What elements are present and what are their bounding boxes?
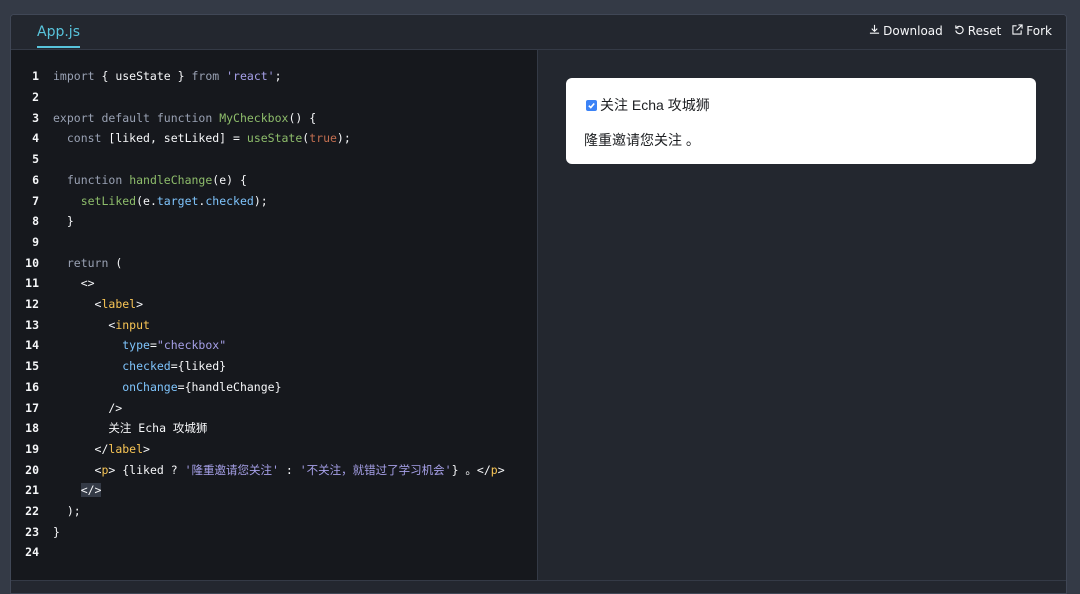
line-number: 13 [25,317,39,332]
code-text: setLiked(e.target.checked); [80,193,268,208]
code-line: 14 type="checkbox" [11,335,226,356]
code-line: 11 <> [11,273,95,294]
line-number: 22 [25,504,39,519]
code-text: } [53,524,60,539]
code-line: 24 [11,542,53,563]
line-number: 17 [25,400,39,415]
line-number: 23 [25,524,39,539]
code-line: 23} [11,521,60,542]
download-button[interactable]: Download [869,24,943,38]
code-text: <input [53,317,150,332]
external-link-icon [1012,24,1023,38]
preview-paragraph: 隆重邀请您关注 。 [584,132,700,148]
line-number: 8 [32,214,39,229]
code-line: 16 onChange={handleChange} [11,377,282,398]
tab-app-js[interactable]: App.js [37,24,80,48]
code-line: 10 return ( [11,252,122,273]
line-number: 6 [32,172,39,187]
code-line: 5 [11,149,53,170]
line-number: 12 [25,297,39,312]
line-number: 9 [32,234,39,249]
fork-button[interactable]: Fork [1012,24,1052,38]
line-number: 15 [25,359,39,374]
code-text: function handleChange(e) { [66,172,247,187]
line-number: 21 [25,483,39,498]
code-text: return ( [66,255,123,270]
checkmark-icon [588,102,595,109]
code-line: 15 checked={liked} [11,356,226,377]
code-line: 6 function handleChange(e) { [11,170,247,191]
code-line: 7 setLiked(e.target.checked); [11,190,268,211]
code-line: 3 export default function MyCheckbox() { [11,107,316,128]
code-text: </label> [53,441,150,456]
code-text: ); [53,504,81,519]
code-line: 1 import { useState } from 'react'; [11,66,282,87]
code-text: export default function MyCheckbox() { [53,110,317,125]
code-text: <p> {liked ? '隆重邀请您关注' : '不关注，就错过了学习机会'}… [53,462,505,477]
line-number: 16 [25,379,39,394]
line-number: 18 [25,421,39,436]
code-line: 4 const [liked, setLiked] = useState(tru… [11,128,351,149]
code-editor[interactable]: 1 import { useState } from 'react'; 2 3 ex… [11,50,538,580]
line-number: 14 [25,338,39,353]
code-text: /> [53,400,123,415]
code-text: type="checkbox" [122,338,227,353]
line-number: 1 [32,69,39,84]
line-number: 10 [25,255,39,270]
code-text: 关注 Echa 攻城狮 [53,421,208,436]
line-number: 7 [32,193,39,208]
preview-card: 关注 Echa 攻城狮 隆重邀请您关注 。 [566,78,1036,164]
toolbar-actions: Download Reset Fork [869,24,1052,38]
code-line: 17 /> [11,397,122,418]
code-line: 20 <p> {liked ? '隆重邀请您关注' : '不关注，就错过了学习机… [11,459,505,480]
code-line: 18 关注 Echa 攻城狮 [11,418,207,439]
sandbox-window: App.js Download Reset Fork 1 import {us… [10,14,1067,594]
code-text: checked={liked} [122,359,227,374]
code-text: } [53,214,74,229]
reset-button[interactable]: Reset [954,24,1002,38]
line-number: 4 [32,131,39,146]
code-line: 13 <input [11,314,150,335]
line-number: 3 [32,110,39,125]
code-line: 8 } [11,211,74,232]
reset-icon [954,24,965,38]
line-number: 2 [32,90,39,105]
code-text: <label> [53,297,144,312]
line-number: 5 [32,152,39,167]
reset-label: Reset [967,24,1002,38]
code-text: const [liked, setLiked] = useState(true)… [66,131,351,146]
toolbar: App.js Download Reset Fork [11,15,1066,50]
code-text: import { useState } from 'react'; [53,69,282,84]
preview-pane: 关注 Echa 攻城狮 隆重邀请您关注 。 [538,50,1066,580]
code-line: 9 [11,232,53,253]
code-text: onChange={handleChange} [122,379,282,394]
checkbox-label[interactable]: 关注 Echa 攻城狮 [586,95,710,115]
checkbox[interactable] [586,99,597,111]
code-line: 19 </label> [11,439,150,460]
download-label: Download [883,24,943,38]
code-line: 21 </> [11,480,102,501]
download-icon [869,24,880,38]
code-line: 12 <label> [11,294,143,315]
line-number: 11 [25,276,39,291]
line-number: 19 [25,441,39,456]
line-number: 20 [25,462,39,477]
code-text: <> [53,276,95,291]
fork-label: Fork [1026,24,1052,38]
line-number: 24 [25,545,39,560]
code-text: </> [80,483,102,498]
checkbox-text: 关注 Echa 攻城狮 [600,97,710,113]
code-line: 2 [11,87,53,108]
code-line: 22 ); [11,501,81,522]
